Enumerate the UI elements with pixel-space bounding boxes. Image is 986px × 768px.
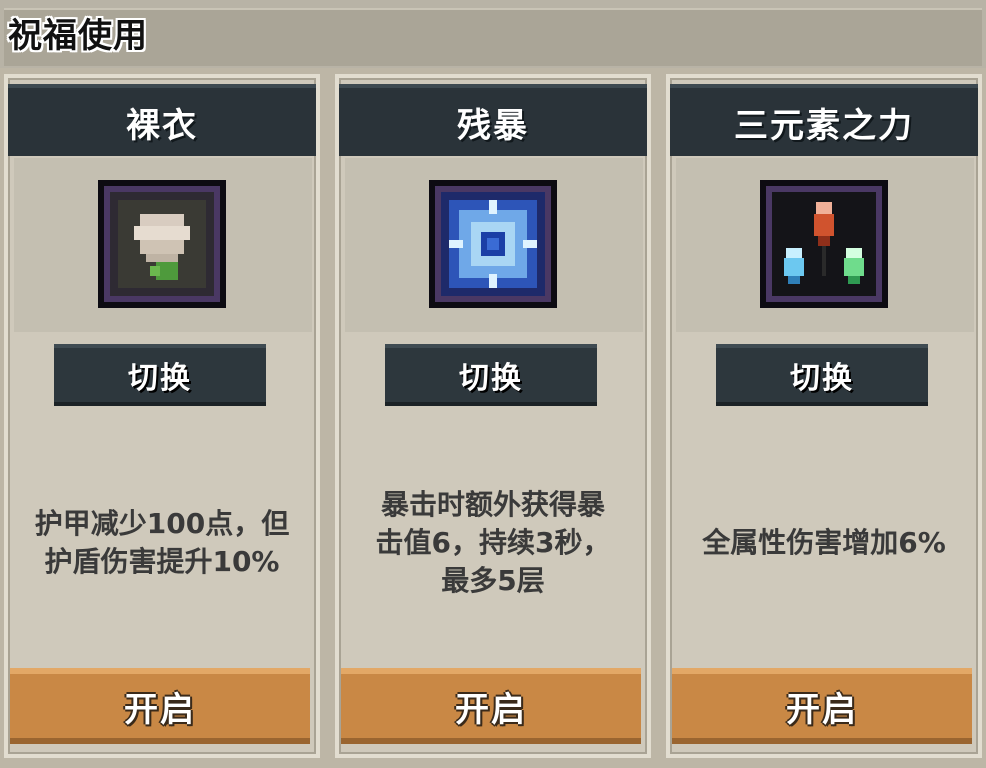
switch-button-label: 切换 [459, 361, 523, 396]
page-title: 祝福使用 [8, 16, 148, 56]
title-bar: 祝福使用 [0, 0, 986, 68]
card-header: 残暴 [339, 84, 647, 156]
blessing-card-brutal: 残暴 切换 暴击时额外获得暴 击值6，持续3秒， 最多5层 开启 [335, 74, 651, 758]
description-area: 护甲减少100点，但 护盾伤害提升10% [12, 438, 312, 648]
blessing-description: 护甲减少100点，但 护盾伤害提升10% [34, 507, 290, 578]
switch-button-label: 切换 [128, 361, 192, 396]
frost-burst-icon [429, 180, 557, 308]
switch-button[interactable]: 切换 [54, 344, 266, 406]
switch-button[interactable]: 切换 [716, 344, 928, 406]
robe-icon [98, 180, 226, 308]
open-button[interactable]: 开启 [672, 668, 972, 744]
icon-panel [676, 158, 974, 332]
card-title: 三元素之力 [734, 105, 914, 146]
switch-button[interactable]: 切换 [385, 344, 597, 406]
icon-panel [345, 158, 643, 332]
description-area: 全属性伤害增加6% [674, 438, 974, 648]
switch-button-label: 切换 [790, 361, 854, 396]
title-bar-inner [4, 8, 982, 66]
card-title: 残暴 [457, 105, 529, 146]
open-button-label: 开启 [786, 689, 858, 730]
open-button-label: 开启 [124, 689, 196, 730]
open-button[interactable]: 开启 [10, 668, 310, 744]
icon-panel [14, 158, 312, 332]
card-header: 三元素之力 [670, 84, 978, 156]
card-title: 裸衣 [126, 105, 198, 146]
three-elements-icon [760, 180, 888, 308]
open-button-label: 开启 [455, 689, 527, 730]
blessing-card-robe: 裸衣 切换 护甲减少100点，但 护盾伤害提升10% 开启 [4, 74, 320, 758]
blessing-card-three-elements: 三元素之力 切换 全属性伤害增加6% 开启 [666, 74, 982, 758]
blessing-description: 暴击时额外获得暴 击值6，持续3秒， 最多5层 [375, 488, 611, 597]
blessing-description: 全属性伤害增加6% [702, 526, 946, 559]
open-button[interactable]: 开启 [341, 668, 641, 744]
card-header: 裸衣 [8, 84, 316, 156]
description-area: 暴击时额外获得暴 击值6，持续3秒， 最多5层 [343, 438, 643, 648]
